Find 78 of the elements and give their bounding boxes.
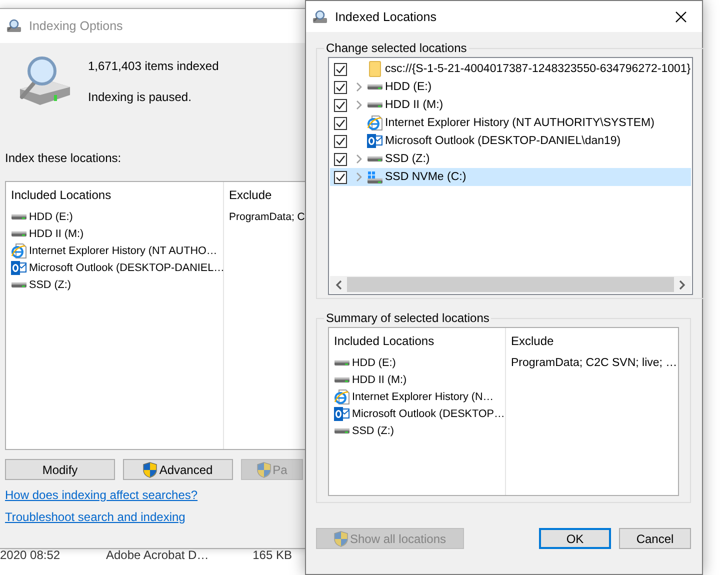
action-button[interactable]: Modify <box>5 459 115 480</box>
checkbox[interactable] <box>334 134 347 148</box>
system-drive-icon <box>367 170 383 184</box>
location-name: Microsoft Outlook (DESKTOP-DANIEL… <box>29 262 224 274</box>
checkbox[interactable] <box>334 62 347 76</box>
web-page-icon <box>367 115 383 131</box>
location-name: SSD (Z:) <box>352 424 394 436</box>
horizontal-scrollbar[interactable] <box>330 276 691 293</box>
location-name: SSD NVMe (C:) <box>385 171 466 183</box>
close-icon[interactable] <box>675 10 687 22</box>
location-name: Internet Explorer History (NT AUTHO… <box>29 244 218 256</box>
column-header[interactable]: Included Locations <box>11 188 223 208</box>
locations-label: Index these locations: <box>5 151 122 165</box>
scroll-right-icon[interactable] <box>678 280 686 290</box>
drive-icon <box>334 428 350 434</box>
checkbox[interactable] <box>334 116 347 130</box>
exclude-text: ProgramData; C2C SVN; live; … <box>511 356 678 370</box>
checkbox[interactable] <box>334 170 347 184</box>
indexing-drive-icon <box>312 10 329 24</box>
location-name: HDD II (M:) <box>385 99 444 111</box>
expand-icon[interactable] <box>356 154 362 164</box>
group-label: Summary of selected locations <box>325 311 490 325</box>
window-title: Indexing Options <box>29 19 124 33</box>
checkbox[interactable] <box>334 80 347 94</box>
checkbox[interactable] <box>334 152 347 166</box>
location-name: SSD (Z:) <box>385 153 430 165</box>
file-size: 165 KB <box>252 548 292 562</box>
web-page-icon <box>334 388 350 404</box>
mail-icon <box>11 260 27 276</box>
location-name: Microsoft Outlook (DESKTOP… <box>352 408 505 420</box>
tree-item[interactable]: SSD NVMe (C:) <box>330 168 691 186</box>
location-name: HDD (E:) <box>352 356 396 368</box>
location-name: HDD (E:) <box>29 210 73 222</box>
tree-item[interactable]: Internet Explorer History (NT AUTHORITY\SYSTEM) <box>330 114 691 132</box>
column-header[interactable]: Exclude <box>511 334 678 354</box>
drive-icon <box>367 84 383 90</box>
mail-icon <box>367 133 383 149</box>
drive-icon <box>334 376 350 382</box>
mail-icon <box>334 406 350 422</box>
dialog-button[interactable]: OK <box>539 528 611 549</box>
expand-icon[interactable] <box>356 82 362 92</box>
web-page-icon <box>11 242 27 258</box>
location-name: Internet Explorer History (NT AUTHORITY\SYSTEM) <box>385 117 654 129</box>
scroll-left-icon[interactable] <box>335 280 342 290</box>
expand-icon[interactable] <box>356 100 362 110</box>
indexing-drive-icon <box>6 19 23 33</box>
help-link[interactable]: How does indexing affect searches? <box>5 488 198 502</box>
action-button[interactable]: Advanced <box>123 459 233 480</box>
dialog-button[interactable]: Cancel <box>619 528 691 549</box>
location-name: HDD II (M:) <box>352 374 407 386</box>
drive-icon <box>11 230 27 236</box>
tree-item[interactable]: HDD II (M:) <box>330 96 691 114</box>
indexing-status: Indexing is paused. <box>88 90 192 104</box>
drive-icon <box>367 102 383 108</box>
location-name: Internet Explorer History (N… <box>352 390 494 402</box>
drive-icon <box>367 156 383 162</box>
group-label: Change selected locations <box>325 41 468 55</box>
tree-item[interactable]: HDD (E:) <box>330 78 691 96</box>
drive-icon <box>334 360 350 366</box>
folder-icon <box>369 61 381 77</box>
location-name: csc://{S-1-5-21-4004017387-1248323550-634796272-1001} <box>385 63 691 75</box>
drive-icon <box>11 214 27 220</box>
location-name: HDD II (M:) <box>29 228 84 240</box>
column-header[interactable]: Included Locations <box>334 334 505 354</box>
location-name: Microsoft Outlook (DESKTOP-DANIEL\dan19) <box>385 135 621 147</box>
location-name: HDD (E:) <box>385 81 432 93</box>
tree-item[interactable]: SSD (Z:) <box>330 150 691 168</box>
tree-item[interactable]: Microsoft Outlook (DESKTOP-DANIEL\dan19) <box>330 132 691 150</box>
file-name: Adobe Acrobat D… <box>106 548 210 562</box>
location-name: SSD (Z:) <box>29 278 71 290</box>
help-link[interactable]: Troubleshoot search and indexing <box>5 510 186 524</box>
window-title: Indexed Locations <box>335 10 438 24</box>
items-indexed-count: 1,671,403 items indexed <box>88 59 219 73</box>
drive-icon <box>11 282 27 288</box>
tree-item[interactable]: csc://{S-1-5-21-4004017387-1248323550-634796272-1001} <box>330 60 691 78</box>
exclude-text: ProgramData; C <box>229 210 306 224</box>
file-date: 2020 08:52 <box>0 548 62 562</box>
checkbox[interactable] <box>334 98 347 112</box>
